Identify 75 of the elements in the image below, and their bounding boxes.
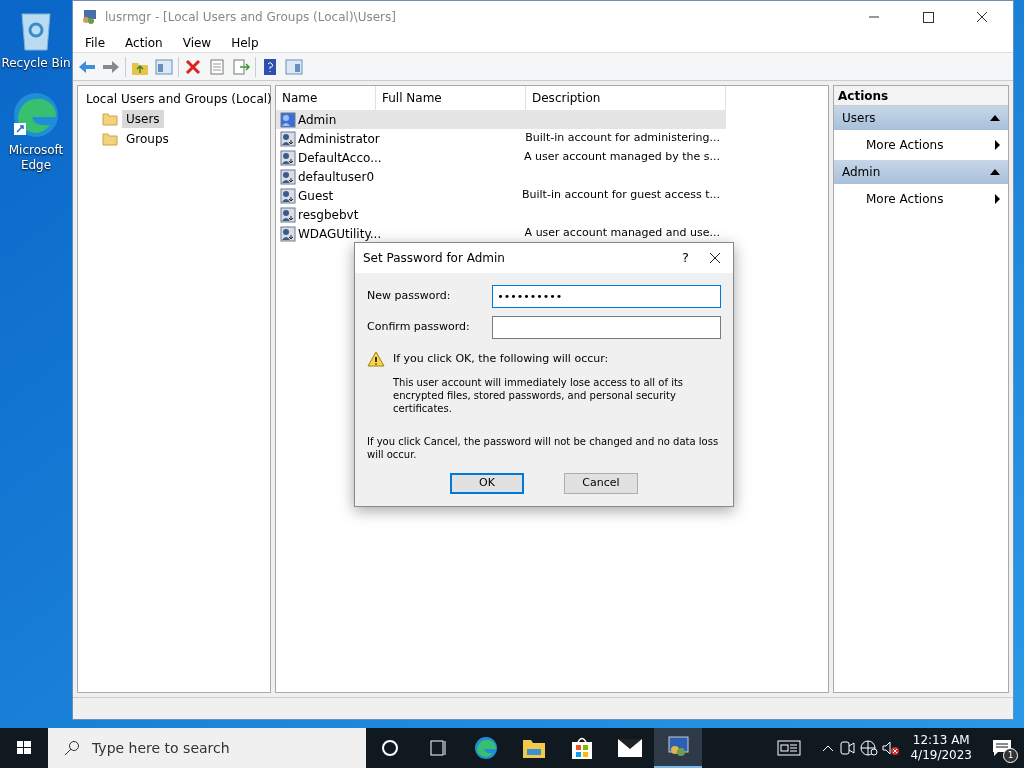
user-icon [280, 187, 296, 204]
table-row[interactable]: Administrator Built-in account for administering... [276, 129, 726, 148]
browser-icon[interactable] [474, 736, 498, 760]
user-icon [280, 130, 296, 147]
password-field[interactable] [492, 316, 721, 339]
dialog-button[interactable]: Cancel [564, 472, 638, 494]
password-field[interactable]: •••••••••• [492, 285, 721, 308]
export-icon[interactable] [231, 56, 251, 77]
user-icon [280, 168, 296, 185]
table-row[interactable]: Admin [276, 110, 726, 129]
section-header[interactable]: Admin [834, 160, 1008, 184]
desktop-icon-label[interactable]: Microsoft Edge [0, 143, 72, 173]
table-row[interactable]: WDAGUtility... A user account managed and use... [276, 224, 726, 243]
browser-icon[interactable] [12, 91, 60, 139]
users-icon [81, 9, 97, 25]
field-label: Confirm password: [367, 319, 471, 336]
tree-item[interactable]: Local Users and Groups (Local) [86, 90, 272, 108]
submenu-arrow-icon [995, 140, 1000, 150]
menu-item[interactable]: Help [223, 33, 267, 52]
search-icon [64, 740, 80, 756]
table-cell-text: A user account managed by the s... [523, 149, 721, 166]
close-icon[interactable] [709, 252, 721, 264]
dialog-title: Set Password for Admin [363, 250, 506, 267]
field-label: New password: [367, 288, 452, 305]
table-row[interactable]: defaultuser0 [276, 167, 726, 186]
menu-item[interactable]: File [77, 33, 114, 52]
section-header[interactable]: Users [834, 106, 1008, 130]
table-cell-text: defaultuser0 [298, 168, 375, 186]
action-link[interactable]: More Actions [866, 136, 944, 154]
user-icon [280, 206, 296, 223]
mail-icon[interactable] [617, 738, 643, 758]
window-title: lusrmgr - [Local Users and Groups (Local)\Users] [105, 9, 397, 26]
panel-icon[interactable] [284, 56, 304, 77]
panel-header: Actions [834, 86, 1008, 106]
menu-item[interactable]: Action [117, 33, 171, 52]
clock-date[interactable]: 4/19/2023 [910, 748, 972, 763]
warning-icon [367, 351, 385, 367]
search-field[interactable]: Type here to search [48, 728, 366, 768]
folder-icon [102, 132, 118, 146]
console-icon[interactable] [666, 735, 690, 759]
panel-icon[interactable] [154, 56, 174, 77]
folder-icon[interactable] [522, 737, 546, 759]
table-cell-text: resgbebvt [298, 206, 359, 224]
table-cell-text: Guest [298, 187, 334, 205]
table-cell-text: Built-in account for administering... [524, 130, 721, 147]
cancel-note: If you click Cancel, the password will not be changed and no data loss will occur. [367, 434, 720, 461]
collapse-icon [990, 115, 1000, 121]
warning-text: This user account will immediately lose access to all of its encrypted files, stored passwords, and personal security certificates. [393, 375, 685, 415]
table-row[interactable]: Guest Built-in account for guest access t... [276, 186, 726, 205]
tree-item[interactable]: Groups [122, 130, 173, 148]
table-row[interactable]: DefaultAcco... A user account managed by the s... [276, 148, 726, 167]
table-cell-text: Built-in account for guest access t... [521, 187, 721, 204]
desktop-icon-label[interactable]: Recycle Bin [1, 56, 71, 71]
collapse-icon [990, 169, 1000, 175]
dialog-button[interactable]: OK [450, 472, 524, 494]
user-icon [280, 111, 296, 128]
action-link[interactable]: More Actions [866, 190, 944, 208]
user-icon [280, 225, 296, 242]
menu-item[interactable]: View [174, 33, 220, 52]
table-row[interactable]: resgbebvt [276, 205, 726, 224]
table-cell-text: Admin [298, 111, 337, 129]
help-button[interactable]: ? [670, 248, 701, 268]
user-icon [280, 149, 296, 166]
store-icon[interactable] [571, 736, 593, 760]
table-cell-text: WDAGUtility... [298, 225, 382, 243]
warning-heading: If you click OK, the following will occur: [393, 351, 610, 367]
submenu-arrow-icon [995, 194, 1000, 204]
tree-item[interactable]: Users [122, 110, 164, 128]
table-cell-text: DefaultAcco... [298, 149, 382, 167]
folder-icon [102, 112, 118, 126]
table-cell-text: A user account managed and use... [523, 225, 721, 242]
notification-count: 1 [1003, 748, 1018, 763]
clock-time[interactable]: 12:13 AM [912, 733, 970, 748]
table-cell-text: Administrator [298, 130, 380, 148]
globe-icon[interactable] [858, 739, 881, 757]
